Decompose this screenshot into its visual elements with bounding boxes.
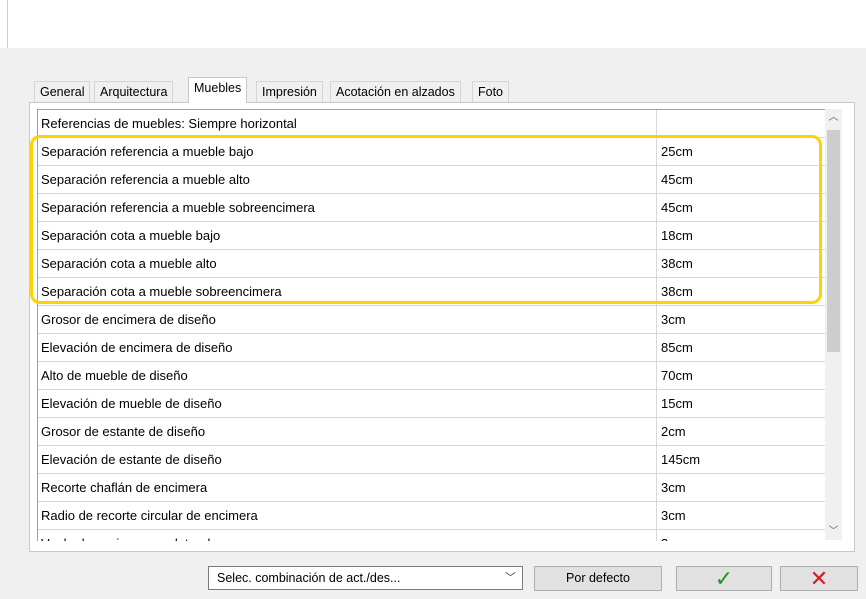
property-name: Separación referencia a mueble alto	[38, 166, 657, 193]
default-button[interactable]: Por defecto	[534, 566, 662, 591]
property-value[interactable]: 3cm	[657, 530, 825, 541]
grid-row[interactable]: Separación cota a mueble sobreencimera 3…	[38, 278, 825, 306]
property-value[interactable]: 3cm	[657, 502, 825, 529]
grid-row[interactable]: Separación cota a mueble bajo 18cm	[38, 222, 825, 250]
grid-row[interactable]: Separación referencia a mueble sobreenci…	[38, 194, 825, 222]
tab-acotacion-alzados[interactable]: Acotación en alzados	[330, 81, 461, 102]
property-value[interactable]: 3cm	[657, 474, 825, 501]
grid-row[interactable]: Vuelo de encimera por lateral 3cm	[38, 530, 825, 541]
property-name: Elevación de mueble de diseño	[38, 390, 657, 417]
scroll-thumb[interactable]	[827, 130, 840, 352]
property-value[interactable]: 45cm	[657, 166, 825, 193]
property-value[interactable]: 38cm	[657, 250, 825, 277]
tab-arquitectura[interactable]: Arquitectura	[94, 81, 174, 102]
property-value[interactable]: 3cm	[657, 306, 825, 333]
vertical-scrollbar[interactable]: ︿ ﹀	[825, 109, 842, 540]
grid-row[interactable]: Elevación de mueble de diseño 15cm	[38, 390, 825, 418]
property-name: Separación referencia a mueble bajo	[38, 138, 657, 165]
property-name: Grosor de estante de diseño	[38, 418, 657, 445]
combination-select-value: Selec. combinación de act./des...	[217, 571, 401, 585]
property-value[interactable]: 25cm	[657, 138, 825, 165]
grid-row[interactable]: Separación cota a mueble alto 38cm	[38, 250, 825, 278]
property-name: Grosor de encimera de diseño	[38, 306, 657, 333]
window-edge	[7, 0, 8, 48]
grid-row[interactable]: Referencias de muebles: Siempre horizont…	[38, 110, 825, 138]
grid-row[interactable]: Elevación de estante de diseño 145cm	[38, 446, 825, 474]
property-name: Separación cota a mueble alto	[38, 250, 657, 277]
close-icon: ✕	[809, 566, 829, 591]
property-value[interactable]: 45cm	[657, 194, 825, 221]
property-value[interactable]	[657, 110, 825, 137]
combination-select[interactable]: Selec. combinación de act./des... ﹀	[208, 566, 523, 590]
property-value[interactable]: 15cm	[657, 390, 825, 417]
property-name: Recorte chaflán de encimera	[38, 474, 657, 501]
tab-general[interactable]: General	[34, 81, 91, 102]
property-name: Vuelo de encimera por lateral	[38, 530, 657, 541]
property-value[interactable]: 85cm	[657, 334, 825, 361]
property-name: Separación referencia a mueble sobreenci…	[38, 194, 657, 221]
tab-muebles[interactable]: Muebles	[188, 77, 248, 103]
properties-grid: Referencias de muebles: Siempre horizont…	[37, 109, 825, 541]
property-value[interactable]: 70cm	[657, 362, 825, 389]
grid-row[interactable]: Recorte chaflán de encimera 3cm	[38, 474, 825, 502]
property-name: Separación cota a mueble bajo	[38, 222, 657, 249]
property-name: Elevación de encimera de diseño	[38, 334, 657, 361]
grid-row[interactable]: Radio de recorte circular de encimera 3c…	[38, 502, 825, 530]
grid-row[interactable]: Grosor de estante de diseño 2cm	[38, 418, 825, 446]
cancel-button[interactable]: ✕	[780, 566, 858, 591]
property-value[interactable]: 2cm	[657, 418, 825, 445]
grid-row[interactable]: Separación referencia a mueble alto 45cm	[38, 166, 825, 194]
grid-row[interactable]: Alto de mueble de diseño 70cm	[38, 362, 825, 390]
ok-button[interactable]: ✓	[676, 566, 772, 591]
property-value[interactable]: 38cm	[657, 278, 825, 305]
grid-row[interactable]: Separación referencia a mueble bajo 25cm	[38, 138, 825, 166]
property-value[interactable]: 145cm	[657, 446, 825, 473]
tab-impresion[interactable]: Impresión	[256, 81, 323, 102]
scroll-up-icon[interactable]: ︿	[825, 109, 842, 126]
checkmark-icon: ✓	[714, 566, 734, 591]
property-name: Alto de mueble de diseño	[38, 362, 657, 389]
tab-foto[interactable]: Foto	[472, 81, 510, 102]
property-value[interactable]: 18cm	[657, 222, 825, 249]
grid-row[interactable]: Grosor de encimera de diseño 3cm	[38, 306, 825, 334]
top-area	[0, 0, 866, 48]
property-name: Radio de recorte circular de encimera	[38, 502, 657, 529]
property-name: Elevación de estante de diseño	[38, 446, 657, 473]
property-name: Referencias de muebles: Siempre horizont…	[38, 110, 657, 137]
property-name: Separación cota a mueble sobreencimera	[38, 278, 657, 305]
chevron-down-icon[interactable]: ﹀	[505, 567, 516, 589]
scroll-down-icon[interactable]: ﹀	[825, 523, 842, 540]
grid-row[interactable]: Elevación de encimera de diseño 85cm	[38, 334, 825, 362]
